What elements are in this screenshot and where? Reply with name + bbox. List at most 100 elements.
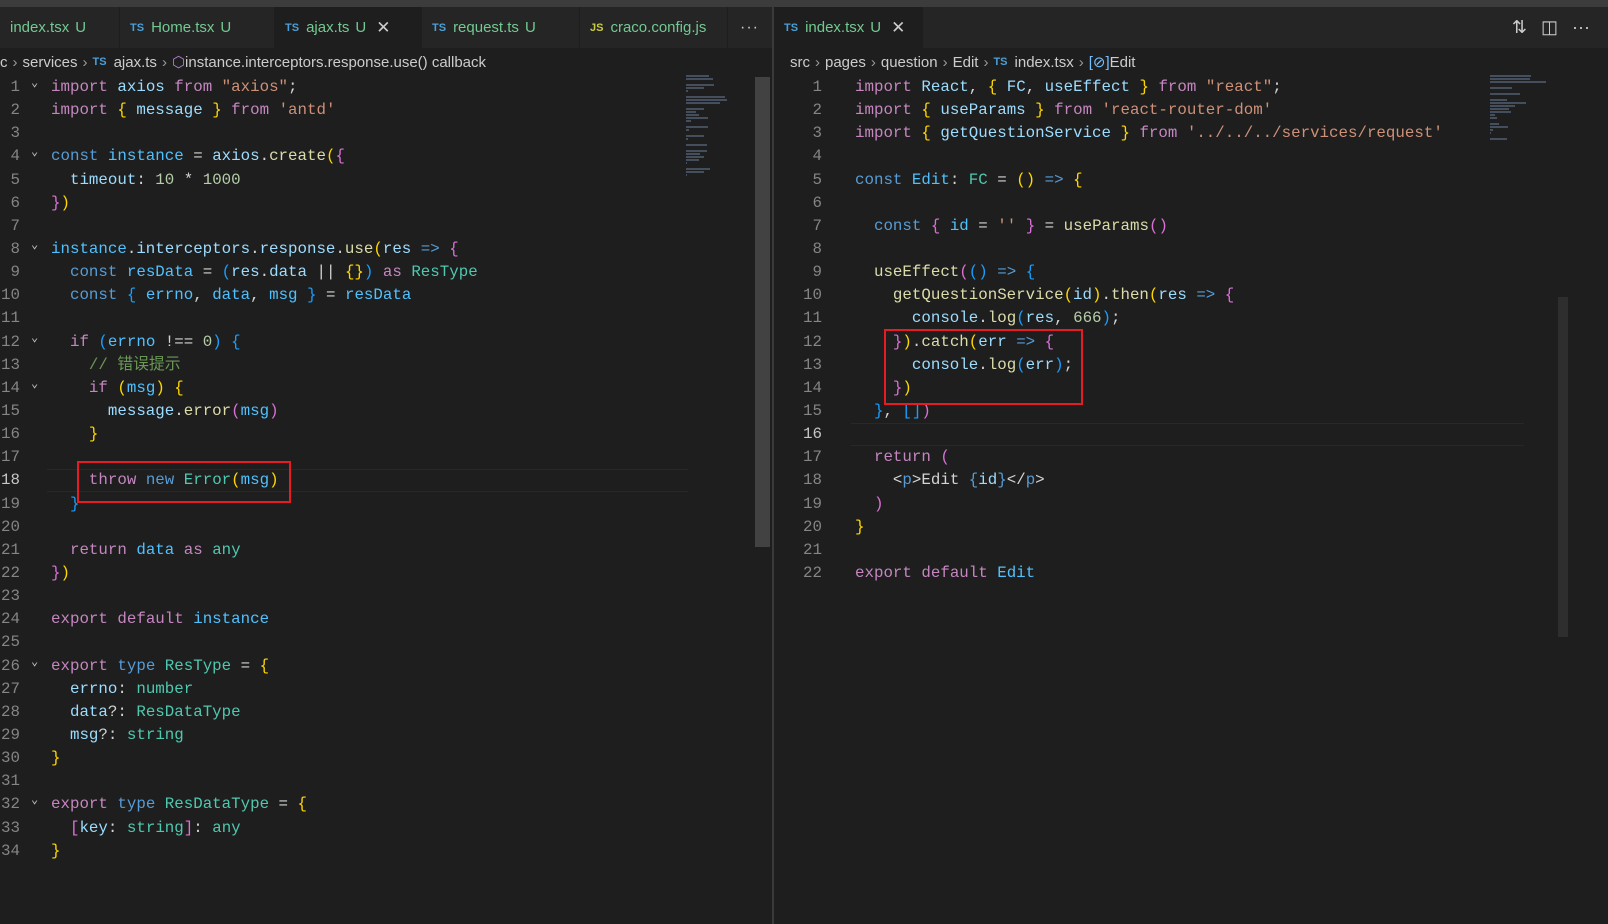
code-token: : — [107, 818, 127, 837]
code-line[interactable]: 3 — [0, 122, 772, 145]
breadcrumb-item[interactable]: index.tsx — [1015, 54, 1074, 71]
vertical-scrollbar[interactable] — [1558, 297, 1568, 637]
more-actions-button[interactable]: ··· — [1572, 17, 1590, 38]
code-line[interactable]: 14 ⌄ if (msg) { — [0, 377, 772, 400]
chevron-down-icon[interactable]: ⌄ — [31, 72, 38, 95]
code-line[interactable]: 10 getQuestionService(id).then(res => { — [774, 284, 1608, 307]
line-number: 14 — [803, 378, 822, 397]
chevron-down-icon[interactable]: ⌄ — [31, 234, 38, 257]
minimap-line — [686, 117, 708, 119]
code-line[interactable]: 3 import { getQuestionService } from '../… — [774, 122, 1608, 145]
breadcrumb-item[interactable]: instance.interceptors.response.use() cal… — [185, 54, 486, 71]
code-line[interactable]: 4 ⌄ const instance = axios.create({ — [0, 145, 772, 168]
code-line[interactable]: 7 — [0, 215, 772, 238]
close-icon[interactable]: ✕ — [891, 18, 905, 38]
code-line[interactable]: 1 import React, { FC, useEffect } from "r… — [774, 76, 1608, 99]
minimap-line — [1490, 81, 1546, 83]
code-line[interactable]: 6}) — [0, 192, 772, 215]
chevron-down-icon[interactable]: ⌄ — [31, 651, 38, 674]
code-line[interactable]: 12 ⌄ if (errno !== 0) { — [0, 331, 772, 354]
tab-index-tsx[interactable]: TS index.tsx U ✕ — [774, 7, 923, 48]
tab-ajax-ts[interactable]: TS ajax.ts U ✕ — [275, 7, 422, 48]
code-line[interactable]: 21 return data as any — [0, 539, 772, 562]
code-line[interactable]: 9 const resData = (res.data || {}) as Re… — [0, 261, 772, 284]
code-line[interactable]: 9 useEffect(() => { — [774, 261, 1608, 284]
code-line[interactable]: 25 — [0, 631, 772, 654]
tab-request-ts[interactable]: TS request.ts U — [422, 7, 580, 48]
chevron-down-icon[interactable]: ⌄ — [31, 141, 38, 164]
code-line[interactable]: 34} — [0, 840, 772, 863]
code-line[interactable]: 22}) — [0, 562, 772, 585]
chevron-right-icon: › — [82, 53, 88, 71]
code-line[interactable]: 30} — [0, 747, 772, 770]
code-line[interactable]: 4 — [774, 145, 1608, 168]
line-number: 10 — [803, 286, 822, 305]
minimap-line — [686, 84, 714, 86]
minimap-line — [1490, 87, 1512, 89]
code-line[interactable]: 11 — [0, 307, 772, 330]
code-line[interactable]: 8 ⌄ instance.interceptors.response.use(res… — [0, 238, 772, 261]
close-icon[interactable]: ✕ — [376, 18, 390, 38]
code-line[interactable]: 7 const { id = '' } = useParams() — [774, 215, 1608, 238]
split-editor-icon[interactable]: ◫ — [1541, 17, 1558, 38]
breadcrumb-item[interactable]: c — [0, 54, 8, 71]
code-line[interactable]: 5 timeout: 10 * 1000 — [0, 169, 772, 192]
code-line[interactable]: 5 const Edit: FC = () => { — [774, 169, 1608, 192]
code-line[interactable]: 13 // 错误提示 — [0, 354, 772, 377]
tab-craco-config-js[interactable]: JS craco.config.js — [580, 7, 728, 48]
minimap[interactable] — [686, 75, 731, 177]
code-line[interactable]: 17 return ( — [774, 446, 1608, 469]
code-line[interactable]: 22 export default Edit — [774, 562, 1608, 585]
code-line[interactable]: 19 ) — [774, 493, 1608, 516]
code-line[interactable]: 20} — [774, 516, 1608, 539]
code-token: : — [193, 818, 213, 837]
breadcrumb-item[interactable]: services — [23, 54, 78, 71]
code-line[interactable]: 26 ⌄ export type ResType = { — [0, 655, 772, 678]
breadcrumb-item[interactable]: ajax.ts — [114, 54, 157, 71]
variable-icon: [⊘] — [1088, 54, 1110, 71]
breadcrumb-item[interactable]: question — [881, 54, 938, 71]
code-token: const — [51, 147, 99, 166]
minimap[interactable] — [1490, 75, 1550, 141]
code-line[interactable]: 21 — [774, 539, 1608, 562]
code-line[interactable]: 31 — [0, 770, 772, 793]
code-line[interactable]: 16 } — [0, 423, 772, 446]
vertical-scrollbar[interactable] — [755, 77, 770, 547]
code-line[interactable]: 11 console.log(res, 666); — [774, 307, 1608, 330]
more-actions-button[interactable]: ··· — [728, 7, 771, 48]
code-line[interactable]: 20 — [0, 516, 772, 539]
code-line[interactable]: 33 [key: string]: any — [0, 817, 772, 840]
chevron-down-icon[interactable]: ⌄ — [31, 789, 38, 812]
code-line[interactable]: 6 — [774, 192, 1608, 215]
code-line[interactable]: 18 <p>Edit {id}</p> — [774, 469, 1608, 492]
code-line[interactable]: 29 msg?: string — [0, 724, 772, 747]
code-line[interactable]: 10 const { errno, data, msg } = resData — [0, 284, 772, 307]
compare-changes-icon[interactable]: ⇅ — [1512, 17, 1527, 38]
breadcrumb-item[interactable]: Edit — [953, 54, 979, 71]
code-line[interactable]: 24 export default instance — [0, 608, 772, 631]
breadcrumb-item[interactable]: Edit — [1110, 54, 1136, 71]
code-line[interactable]: 16 — [774, 423, 1608, 447]
code-token: from — [1158, 78, 1197, 96]
code-line[interactable]: 23 — [0, 585, 772, 608]
code-line[interactable]: 15 message.error(msg) — [0, 400, 772, 423]
tab-index-tsx[interactable]: index.tsx U — [0, 7, 120, 48]
code-token: 0 — [202, 332, 213, 351]
code-line[interactable]: 1 ⌄ import axios from "axios"; — [0, 76, 772, 99]
tab-label: index.tsx — [805, 19, 865, 36]
chevron-down-icon[interactable]: ⌄ — [31, 327, 38, 350]
code-line[interactable]: 2 import { message } from 'antd' — [0, 99, 772, 122]
code-line[interactable]: 2 import { useParams } from 'react-router… — [774, 99, 1608, 122]
chevron-down-icon[interactable]: ⌄ — [31, 373, 38, 396]
tab-Home-tsx[interactable]: TS Home.tsx U — [120, 7, 275, 48]
code-line[interactable]: 28 data?: ResDataType — [0, 701, 772, 724]
breadcrumb-item[interactable]: src — [790, 54, 810, 71]
code-line[interactable]: 8 — [774, 238, 1608, 261]
breadcrumb-item[interactable]: pages — [825, 54, 866, 71]
code-line[interactable]: 32 ⌄ export type ResDataType = { — [0, 793, 772, 816]
code-line[interactable]: 27 errno: number — [0, 678, 772, 701]
line-number: 14 — [1, 378, 20, 397]
